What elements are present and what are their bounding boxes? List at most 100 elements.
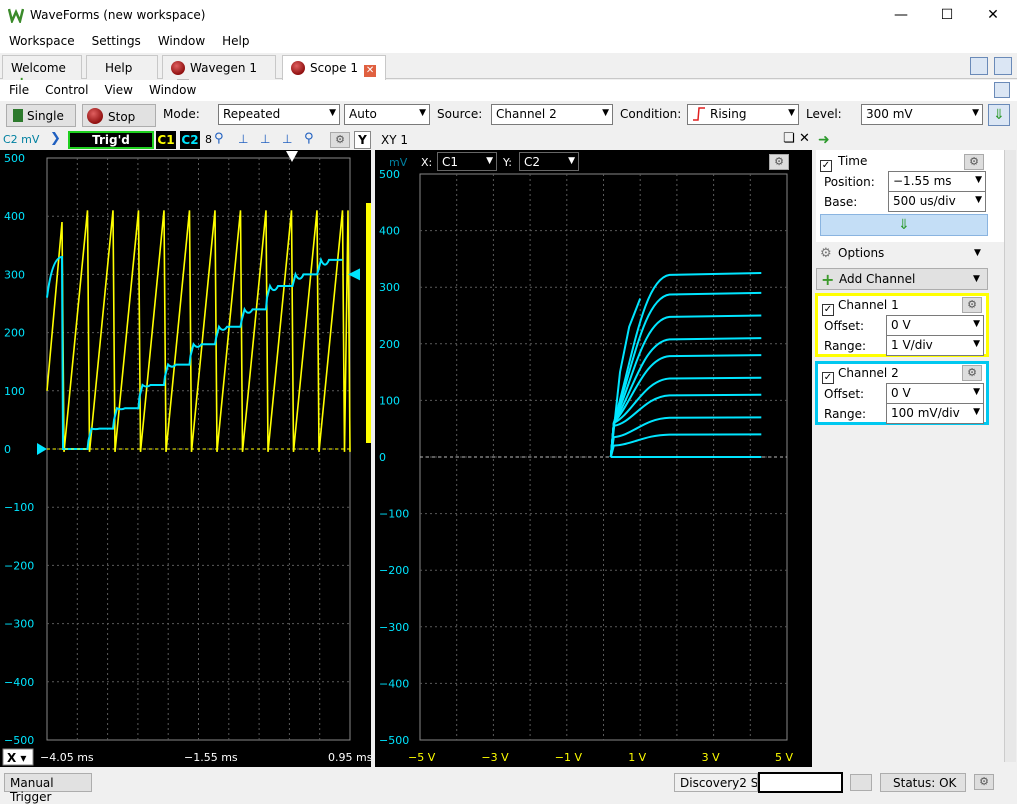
- channel1-checkbox[interactable]: ✓: [822, 304, 834, 316]
- condition-value: Rising: [710, 107, 747, 121]
- stop-button[interactable]: Stop: [82, 104, 156, 127]
- tile-windows-icon[interactable]: [970, 57, 988, 75]
- auto-select[interactable]: Auto ▼: [344, 104, 430, 125]
- stop-label: Stop: [108, 110, 136, 124]
- channel2-offset-value: 0 V: [891, 386, 911, 400]
- channel1-offset-field[interactable]: 0 V ▼: [886, 315, 984, 336]
- gear-icon[interactable]: ⚙: [962, 297, 982, 313]
- position-field[interactable]: −1.55 ms ▼: [888, 171, 986, 192]
- single-icon: [13, 109, 23, 122]
- chevron-down-icon[interactable]: ▼: [974, 248, 981, 258]
- channel2-range-field[interactable]: 100 mV/div ▼: [886, 403, 984, 424]
- status-bar: Manual Trigger Discovery2 SN Status: OK …: [0, 770, 1017, 804]
- channel2-offset-field[interactable]: 0 V ▼: [886, 383, 984, 404]
- y-axis-button[interactable]: Y: [354, 131, 371, 149]
- xy-plot-canvas[interactable]: 500 400 300 200 100 0 −100 −200 −300 −400 −500 −5 V…: [375, 150, 812, 767]
- chevron-down-icon: ▼: [975, 175, 982, 185]
- close-button[interactable]: ✕: [970, 0, 1016, 31]
- y-tick-label: 500: [379, 168, 400, 181]
- chevron-down-icon: ▼: [973, 387, 980, 397]
- x-tick-label: 1 V: [628, 751, 646, 764]
- base-field[interactable]: 500 us/div ▼: [888, 191, 986, 212]
- scope-menu-control[interactable]: Control: [36, 80, 95, 97]
- x-axis-label: X ▾: [7, 751, 26, 765]
- menu-workspace[interactable]: Workspace: [0, 31, 83, 48]
- gear-icon[interactable]: ⚙: [964, 154, 984, 170]
- tab-scope[interactable]: Scope 1 ✕: [282, 55, 386, 80]
- apply-down-icon[interactable]: ⇓: [820, 214, 988, 236]
- chevron-right-icon[interactable]: ❯: [50, 131, 61, 146]
- zoom-out-icon[interactable]: ⚲: [304, 131, 314, 146]
- source-select[interactable]: Channel 2 ▼: [491, 104, 613, 125]
- cursor-icon[interactable]: ⊥: [238, 132, 248, 146]
- close-tab-icon[interactable]: ✕: [364, 65, 377, 77]
- y-tick-label: −400: [379, 677, 409, 690]
- chevron-down-icon: ▼: [602, 108, 609, 118]
- arrow-right-icon[interactable]: ➜: [818, 132, 830, 148]
- xy-y-select[interactable]: C2 ▼: [519, 152, 579, 171]
- time-plot: C2 mV ❯ Trig'd C1 C2 8 ⚲ ⊥ ⊥ ⊥ ⚲ ⚙ Y 500…: [0, 130, 371, 767]
- panel-scrollbar[interactable]: [1004, 150, 1016, 762]
- chevron-down-icon: ▼: [568, 156, 575, 166]
- y-tick-label: 0: [379, 451, 386, 464]
- options-label[interactable]: Options: [838, 246, 884, 260]
- y-tick-label: −400: [4, 676, 34, 689]
- channel1-offset-label: Offset:: [824, 319, 865, 333]
- gear-icon[interactable]: ⚙: [962, 365, 982, 381]
- time-plot-canvas[interactable]: 500 400 300 200 100 0 −100 −200 −300 −400 −500 −4.0…: [0, 150, 371, 767]
- chevron-down-icon: ▼: [486, 156, 493, 166]
- tab-help[interactable]: Help: [86, 55, 158, 79]
- close-icon[interactable]: ✕: [799, 131, 810, 146]
- cursor-icon[interactable]: ⊥: [282, 132, 292, 146]
- menu-help[interactable]: Help: [213, 31, 257, 48]
- x-tick-label: 3 V: [702, 751, 720, 764]
- mode-select[interactable]: Repeated ▼: [218, 104, 340, 125]
- chevron-down-icon: ▼: [329, 108, 336, 118]
- split-windows-icon[interactable]: [994, 57, 1012, 75]
- time-label: Time: [838, 154, 868, 168]
- scope-icon: [291, 61, 305, 75]
- tab-wavegen[interactable]: Wavegen 1✕: [162, 55, 276, 91]
- add-channel-button[interactable]: + Add Channel ▼: [816, 268, 988, 290]
- channel1-range-field[interactable]: 1 V/div ▼: [886, 335, 984, 356]
- chevron-down-icon: ▼: [419, 108, 426, 118]
- chevron-down-icon: ▼: [975, 195, 982, 205]
- restore-panel-icon[interactable]: [994, 82, 1010, 98]
- restore-icon[interactable]: ❏: [783, 131, 795, 146]
- y-tick-label: −100: [4, 501, 34, 514]
- xy-unit-label: mV: [389, 156, 408, 169]
- menu-settings[interactable]: Settings: [83, 31, 149, 48]
- level-value: 300 mV: [866, 107, 913, 121]
- maximize-button[interactable]: ☐: [924, 0, 970, 31]
- condition-select[interactable]: Rising ▼: [687, 104, 799, 125]
- c1-button[interactable]: C1: [156, 131, 176, 149]
- gear-icon[interactable]: ⚙: [330, 132, 350, 148]
- channel2-range-label: Range:: [824, 407, 867, 421]
- level-select[interactable]: 300 mV ▼: [861, 104, 983, 125]
- y-tick-label: 100: [379, 394, 400, 407]
- minimize-button[interactable]: —: [878, 0, 924, 31]
- tab-label: Scope 1: [310, 61, 359, 75]
- menu-window[interactable]: Window: [149, 31, 213, 48]
- xy-x-select[interactable]: C1 ▼: [437, 152, 497, 171]
- gear-icon[interactable]: ⚙: [974, 774, 994, 790]
- manual-trigger-button[interactable]: Manual Trigger: [4, 773, 92, 804]
- y-tick-label: −500: [379, 734, 409, 747]
- gear-icon[interactable]: ⚙: [769, 154, 789, 170]
- status-ok[interactable]: Status: OK: [880, 773, 966, 792]
- channel1-range-label: Range:: [824, 339, 867, 353]
- chevron-down-icon: ▼: [973, 407, 980, 417]
- zoom-in-icon[interactable]: ⚲: [214, 131, 224, 146]
- tab-welcome[interactable]: Welcome +: [2, 55, 82, 91]
- scope-menu-window[interactable]: Window: [140, 80, 203, 97]
- scope-menu-view[interactable]: View: [95, 80, 139, 97]
- device-icon[interactable]: [850, 774, 872, 791]
- mode-value: Repeated: [223, 107, 281, 121]
- down-arrow-icon[interactable]: ⇓: [988, 104, 1010, 126]
- channel2-checkbox[interactable]: ✓: [822, 372, 834, 384]
- time-checkbox[interactable]: ✓: [820, 160, 832, 172]
- cursor-icon[interactable]: ⊥: [260, 132, 270, 146]
- single-button[interactable]: Single: [6, 104, 76, 127]
- scope-menu-file[interactable]: File: [0, 80, 36, 97]
- c2-button[interactable]: C2: [180, 131, 200, 149]
